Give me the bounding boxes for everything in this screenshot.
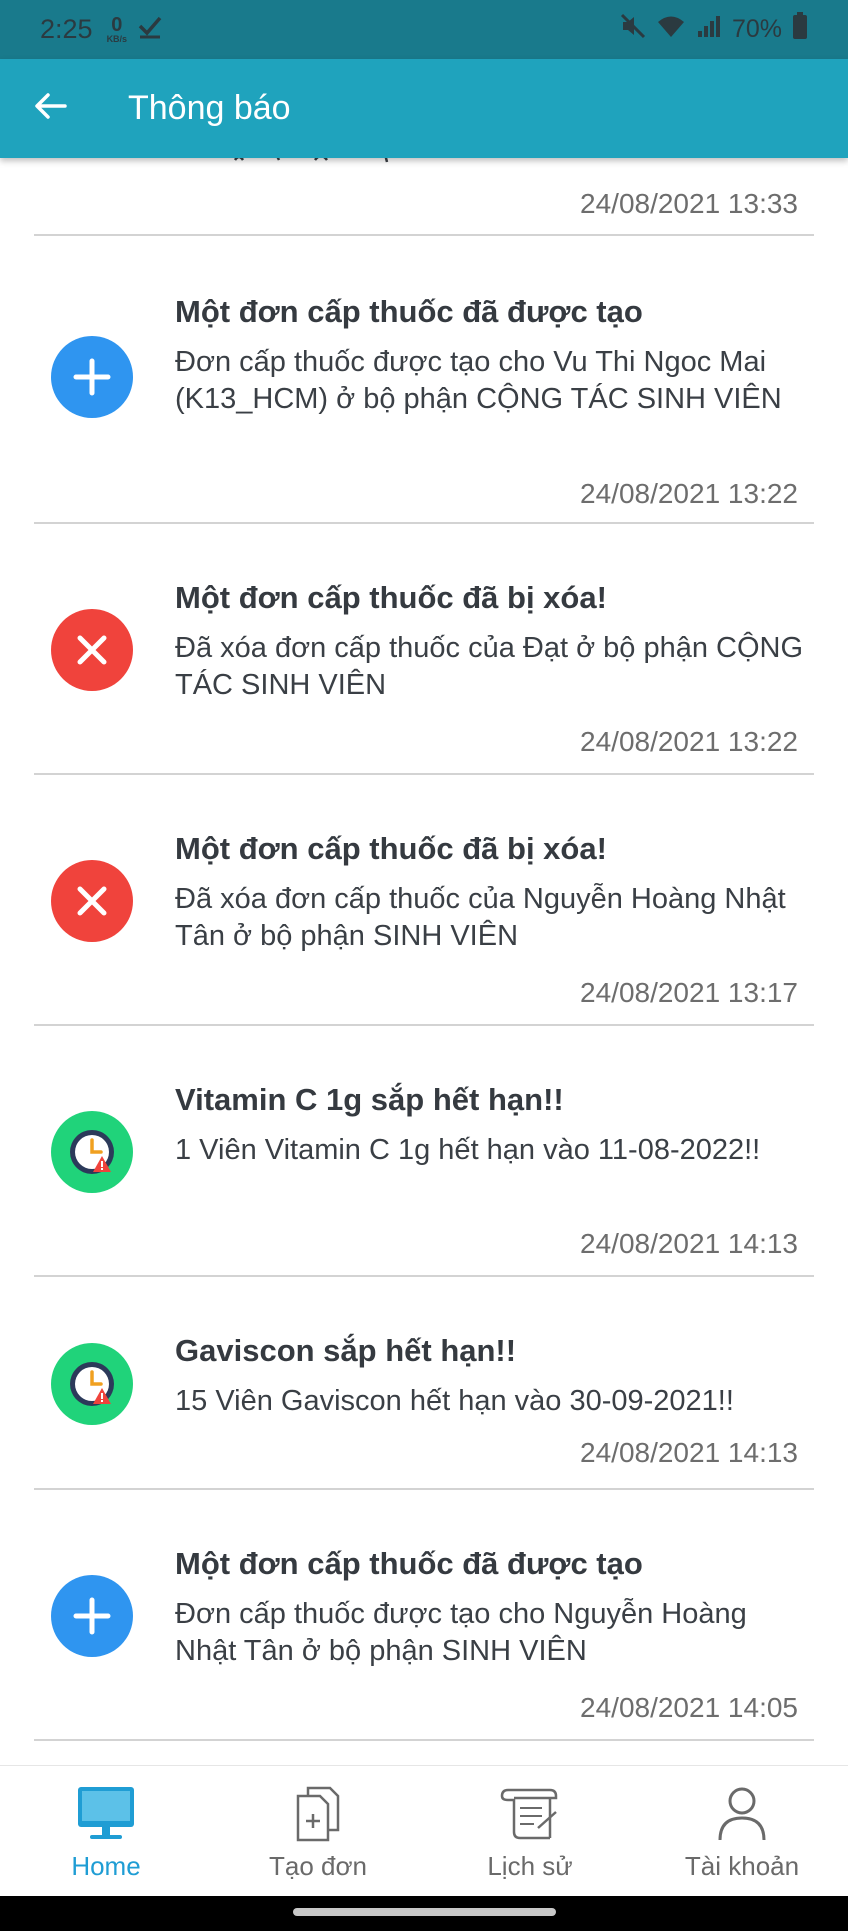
notification-time: 24/08/2021 14:13 <box>580 1228 798 1259</box>
network-speed-unit: KB/s <box>106 34 128 44</box>
status-bar: 2:25 0 KB/s 70% <box>0 0 848 59</box>
arrow-left-icon <box>33 91 67 126</box>
system-gesture-bar <box>0 1896 848 1931</box>
clipped-text <box>175 158 575 164</box>
close-icon <box>51 609 133 691</box>
notification-title: Một đơn cấp thuốc đã bị xóa! <box>175 831 607 866</box>
plus-icon <box>51 336 133 418</box>
notification-item[interactable]: Vitamin C 1g sắp hết hạn!! 1 Viên Vitami… <box>34 1026 814 1277</box>
nav-home[interactable]: Home <box>0 1766 212 1896</box>
divider <box>34 1739 814 1741</box>
notification-body: Đơn cấp thuốc được tạo cho Nguyễn Hoàng … <box>175 1598 747 1667</box>
close-icon <box>51 860 133 942</box>
notification-time: 24/08/2021 14:13 <box>580 1437 798 1468</box>
battery-level: 70% <box>731 15 782 43</box>
nav-label: Lịch sử <box>487 1851 573 1881</box>
notification-title: Một đơn cấp thuốc đã được tạo <box>175 1546 643 1581</box>
notification-item[interactable]: Gaviscon sắp hết hạn!! 15 Viên Gaviscon … <box>34 1277 814 1490</box>
notification-item[interactable]: Một đơn cấp thuốc đã được tạo Đơn cấp th… <box>34 1490 814 1741</box>
notification-time: 24/08/2021 14:05 <box>580 1692 798 1723</box>
page-title: Thông báo <box>128 89 291 127</box>
notification-title: Vitamin C 1g sắp hết hạn!! <box>175 1082 564 1117</box>
notification-time: 24/08/2021 13:22 <box>580 478 798 509</box>
notification-body: Đã xóa đơn cấp thuốc của Đạt ở bộ phận C… <box>175 632 804 701</box>
notification-item[interactable]: Một đơn cấp thuốc đã được tạo Đơn cấp th… <box>34 236 814 524</box>
notification-time: 24/08/2021 13:22 <box>580 726 798 757</box>
nav-create-order[interactable]: Tạo đơn <box>212 1766 424 1896</box>
bottom-navigation: Home Tạo đơn Lịch sử Tài khoản <box>0 1765 848 1896</box>
notification-body: 15 Viên Gaviscon hết hạn vào 30-09-2021!… <box>175 1385 734 1417</box>
notification-time: 24/08/2021 13:17 <box>580 977 798 1008</box>
network-speed: 0 KB/s <box>107 15 128 44</box>
new-document-icon <box>286 1784 350 1847</box>
clock-warning-icon <box>51 1343 133 1425</box>
nav-label: Home <box>71 1851 141 1881</box>
notification-time: 24/08/2021 13:33 <box>580 188 798 219</box>
scroll-icon <box>498 1784 562 1847</box>
notification-body: 1 Viên Vitamin C 1g hết hạn vào 11-08-20… <box>175 1134 761 1166</box>
nav-label: Tạo đơn <box>269 1851 367 1881</box>
app-bar: Thông báo <box>0 59 848 158</box>
monitor-icon <box>74 1784 138 1847</box>
notification-title: Một đơn cấp thuốc đã được tạo <box>175 294 643 329</box>
status-time: 2:25 <box>40 14 93 44</box>
notification-body: Đã xóa đơn cấp thuốc của Nguyễn Hoàng Nh… <box>175 883 786 952</box>
battery-icon <box>792 12 808 47</box>
notification-list[interactable]: 24/08/2021 13:33 Một đơn cấp thuốc đã đư… <box>0 158 848 1765</box>
notification-item[interactable]: Một đơn cấp thuốc đã bị xóa! Đã xóa đơn … <box>34 775 814 1026</box>
notification-title: Một đơn cấp thuốc đã bị xóa! <box>175 580 607 615</box>
user-icon <box>710 1784 774 1847</box>
clock-warning-icon <box>51 1111 133 1193</box>
notification-title: Gaviscon sắp hết hạn!! <box>175 1333 517 1368</box>
checkmark-icon <box>137 13 163 46</box>
nav-history[interactable]: Lịch sử <box>424 1766 636 1896</box>
wifi-icon <box>656 13 686 46</box>
notification-body: Đơn cấp thuốc được tạo cho Vu Thi Ngoc M… <box>175 346 782 415</box>
mute-icon <box>620 13 646 46</box>
signal-icon <box>696 13 722 46</box>
back-button[interactable] <box>0 59 100 158</box>
home-gesture-handle[interactable] <box>293 1908 556 1916</box>
notification-item[interactable]: Một đơn cấp thuốc đã bị xóa! Đã xóa đơn … <box>34 524 814 775</box>
nav-label: Tài khoản <box>684 1851 800 1881</box>
notification-item[interactable]: 24/08/2021 13:33 <box>34 158 814 236</box>
network-speed-value: 0 <box>111 14 123 36</box>
nav-account[interactable]: Tài khoản <box>636 1766 848 1896</box>
plus-icon <box>51 1575 133 1657</box>
